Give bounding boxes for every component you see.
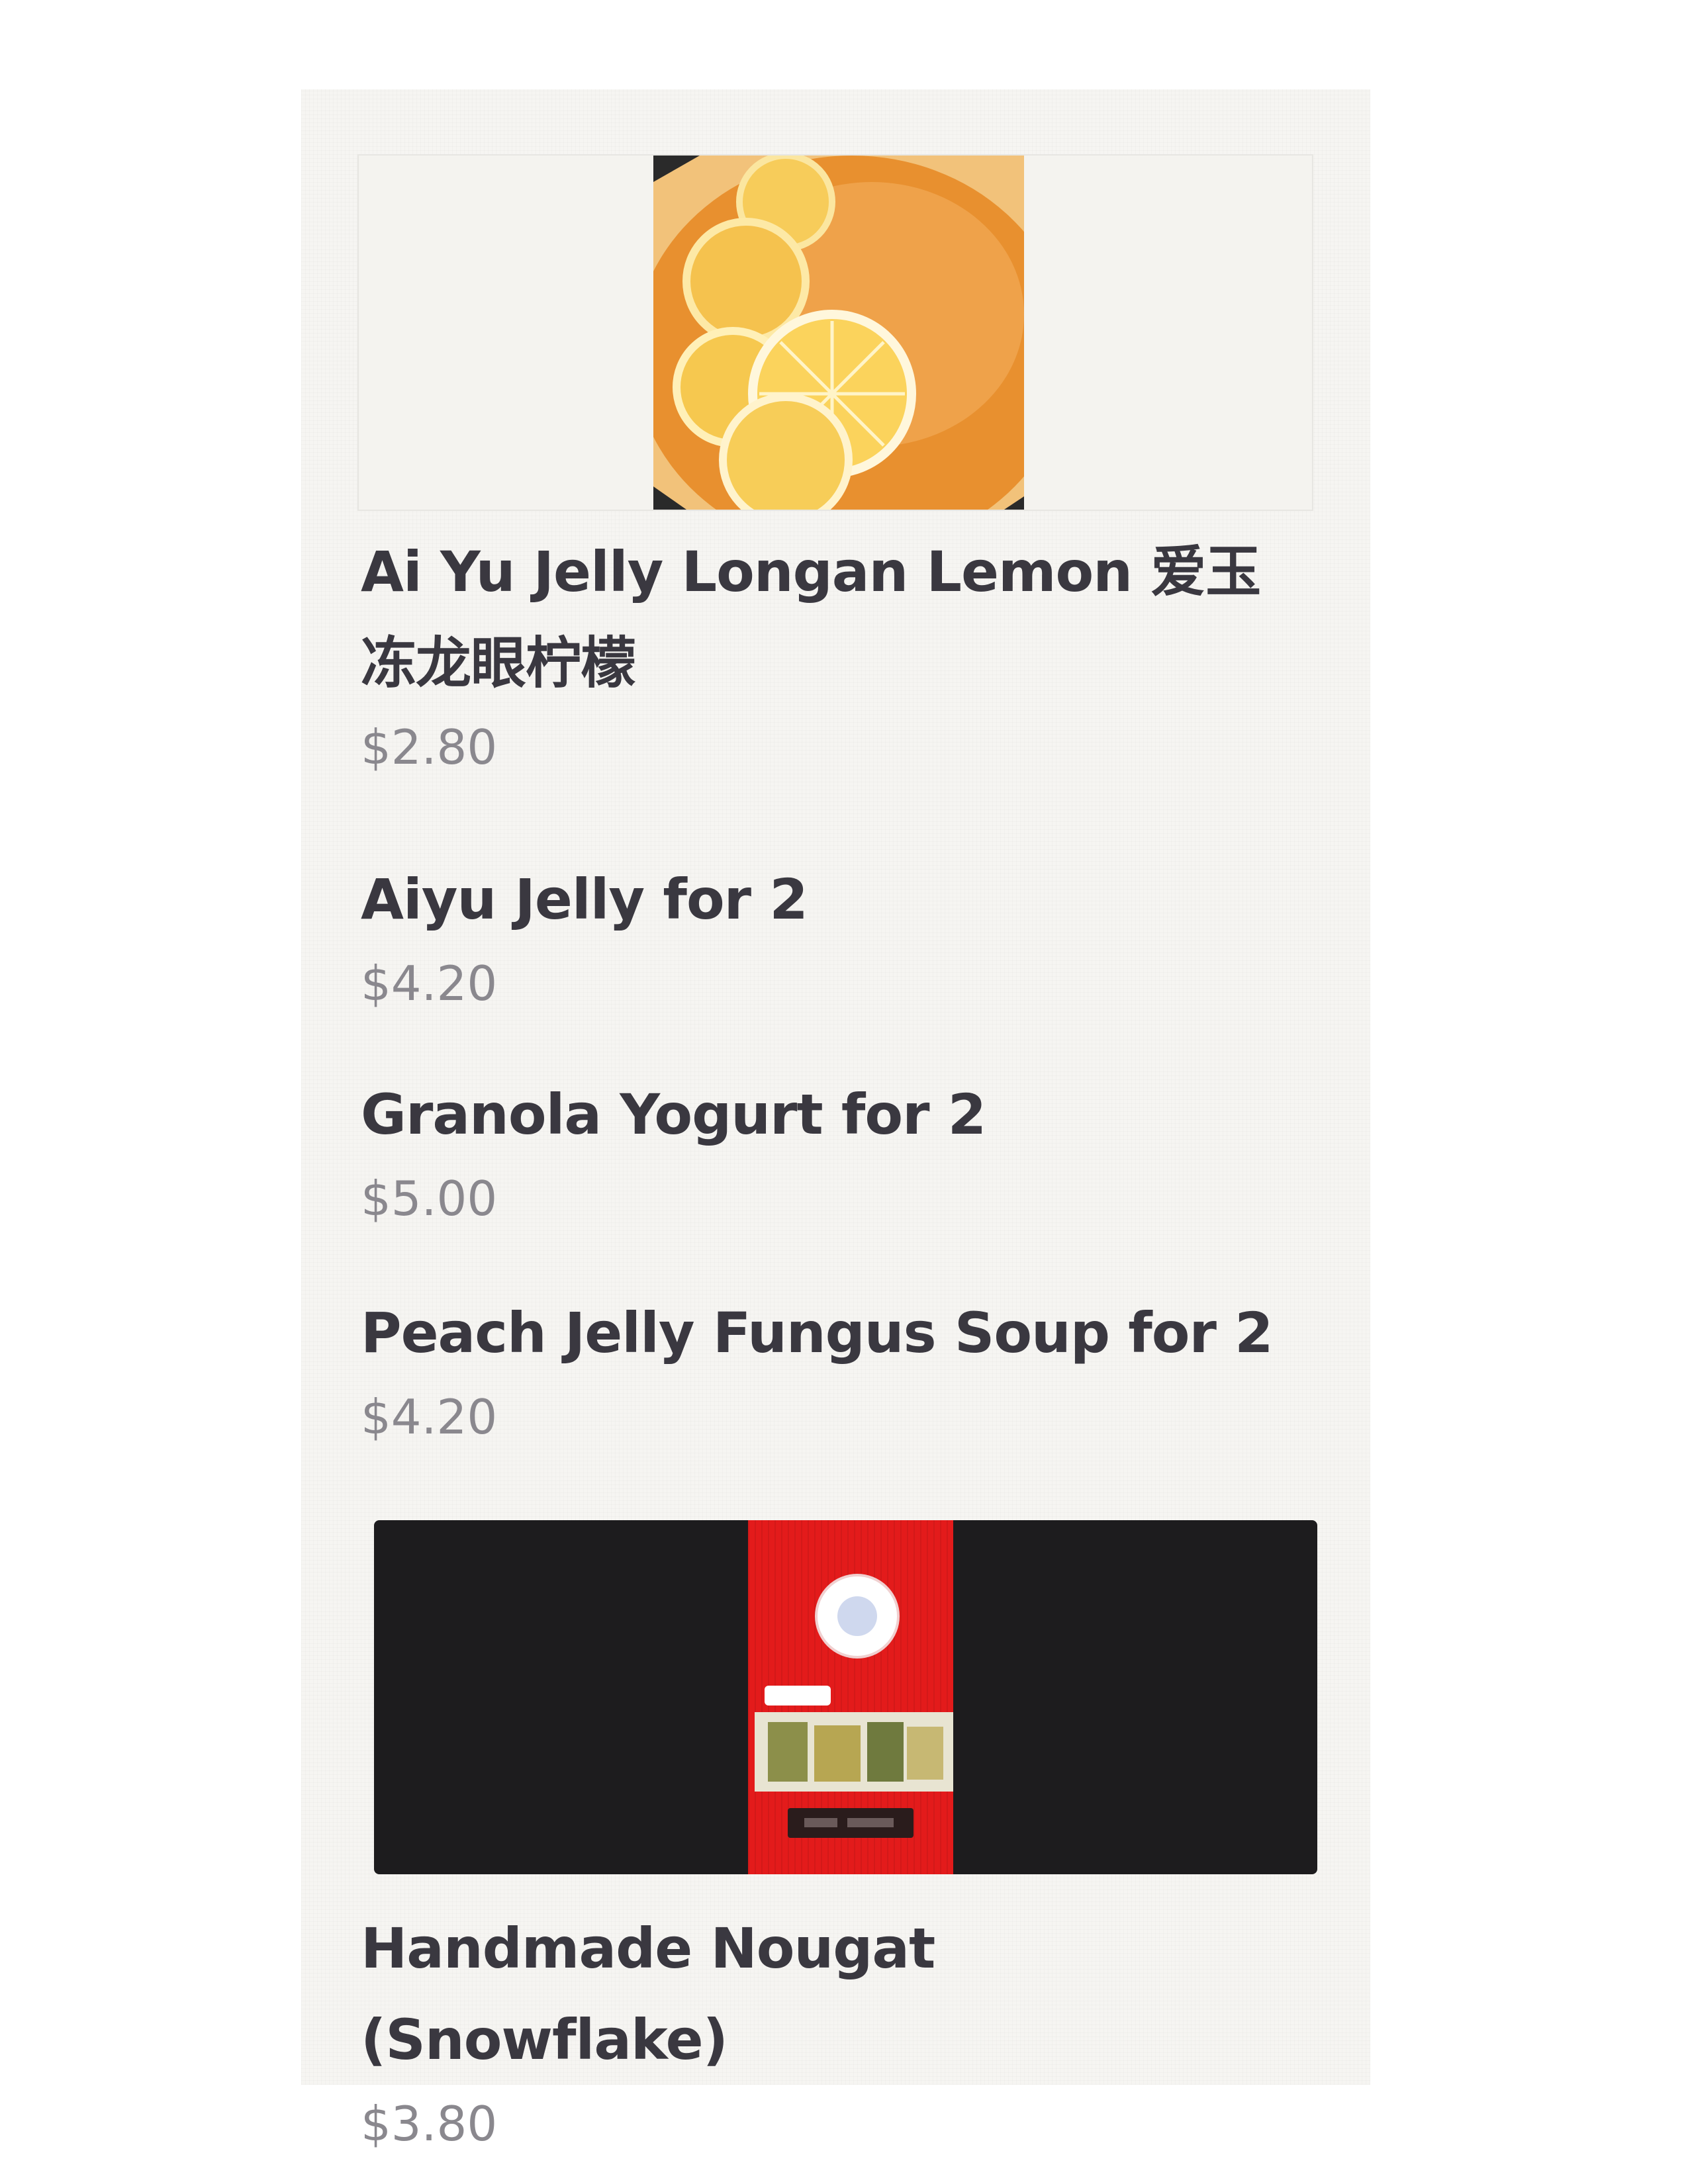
lemon-jelly-photo	[653, 156, 1024, 510]
menu-item-image-frame[interactable]	[357, 154, 1313, 511]
menu-item-image-frame[interactable]	[374, 1520, 1317, 1874]
menu-item[interactable]: Granola Yogurt for 2 $5.00	[361, 1069, 1311, 1232]
nougat-package-photo	[748, 1520, 953, 1874]
menu-item[interactable]: Peach Jelly Fungus Soup for 2 $4.20	[361, 1287, 1311, 1450]
menu-item-name: Ai Yu Jelly Longan Lemon 爱玉冻龙眼柠檬	[361, 539, 1261, 696]
menu-item-price: $5.00	[361, 1171, 498, 1226]
menu-item-name: Granola Yogurt for 2	[361, 1082, 986, 1147]
menu-item-name: Peach Jelly Fungus Soup for 2	[361, 1300, 1274, 1365]
menu-item-price: $4.20	[361, 1389, 498, 1445]
menu-item-price: $2.80	[361, 719, 498, 775]
menu-item[interactable]: Ai Yu Jelly Longan Lemon 爱玉冻龙眼柠檬 $2.80	[361, 526, 1311, 780]
menu-item-name: Aiyu Jelly for 2	[361, 867, 808, 932]
menu-item-price: $4.20	[361, 956, 498, 1011]
menu-item-price: $3.80	[361, 2096, 498, 2152]
menu-item[interactable]: Aiyu Jelly for 2 $4.20	[361, 854, 1311, 1017]
menu-screen: Ai Yu Jelly Longan Lemon 爱玉冻龙眼柠檬 $2.80 A…	[301, 89, 1370, 2152]
menu-item-name: Handmade Nougat (Snowflake)	[361, 1916, 935, 2072]
menu-item[interactable]: Handmade Nougat (Snowflake) $3.80	[361, 1903, 1311, 2157]
